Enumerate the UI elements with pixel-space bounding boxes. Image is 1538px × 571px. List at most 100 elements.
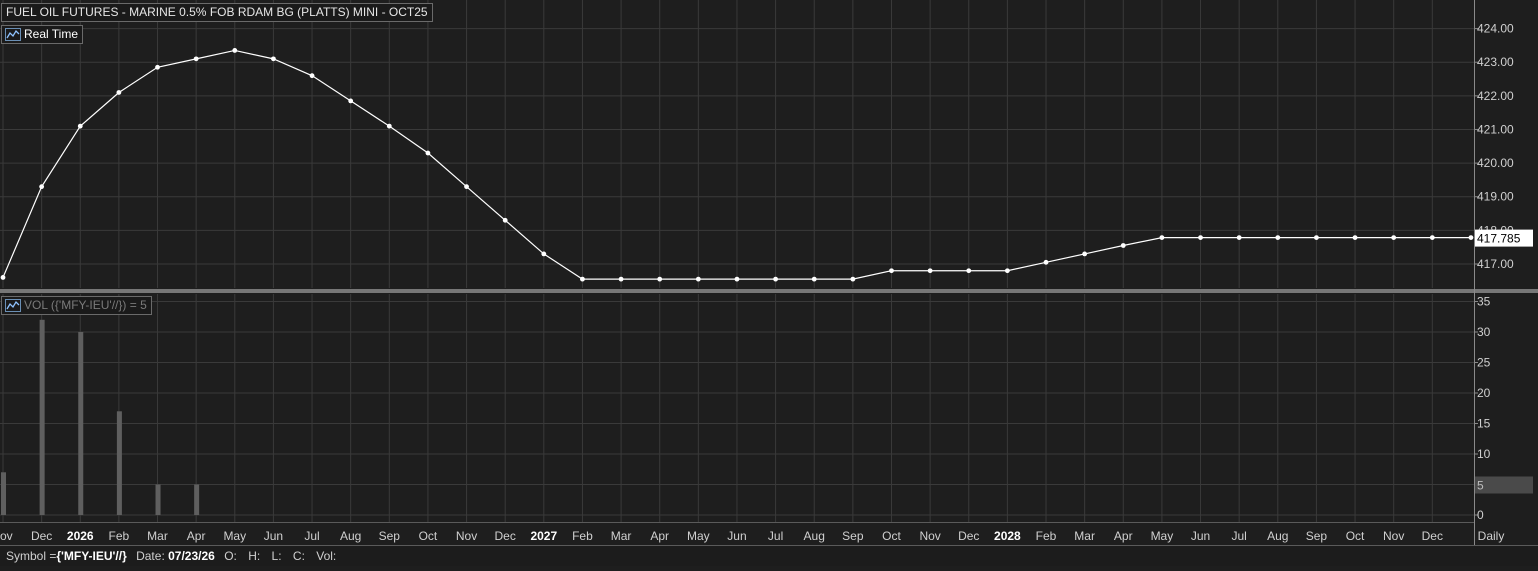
price-point bbox=[927, 268, 933, 274]
x-tick-label: Jun bbox=[1191, 529, 1210, 543]
price-point bbox=[271, 56, 276, 62]
last-value-label: 417.785 bbox=[1477, 232, 1521, 246]
price-point bbox=[77, 123, 83, 129]
legend-volume-label: VOL ({'MFY-IEU'//}) = 5 bbox=[24, 298, 147, 312]
y-tick-label: 424.00 bbox=[1477, 22, 1514, 36]
y-tick-label: 20 bbox=[1477, 386, 1491, 400]
price-point bbox=[39, 184, 45, 190]
x-tick-label: Apr bbox=[650, 529, 669, 543]
price-point bbox=[464, 184, 469, 190]
x-tick-label: Apr bbox=[187, 529, 206, 543]
period-label: Daily bbox=[1478, 529, 1505, 543]
price-point bbox=[580, 276, 585, 282]
x-tick-label: Aug bbox=[804, 529, 825, 543]
price-point bbox=[850, 276, 856, 282]
legend-real-time-label: Real Time bbox=[24, 27, 79, 41]
status-bar: Symbol ={'MFY-IEU'//} Date: 07/23/26 O: … bbox=[0, 545, 1538, 566]
symbol-label: Symbol = bbox=[6, 549, 57, 563]
vol-label: Vol: bbox=[316, 549, 337, 563]
price-point bbox=[889, 268, 894, 274]
y-tick-label: 419.00 bbox=[1477, 190, 1514, 204]
price-point bbox=[1082, 251, 1088, 257]
y-tick-label: 417.00 bbox=[1477, 257, 1514, 271]
x-axis: ov Dec 2026 Feb Mar Apr May Jun Jul Aug Sep Oct Nov D… bbox=[0, 529, 1504, 543]
x-tick-label: Feb bbox=[572, 529, 593, 543]
x-tick-label: Dec bbox=[31, 529, 52, 543]
x-tick-label: Jun bbox=[264, 529, 283, 543]
x-tick-label: Feb bbox=[109, 529, 130, 543]
open-label: O: bbox=[224, 549, 237, 563]
price-point bbox=[618, 276, 624, 282]
x-tick-label: Mar bbox=[147, 529, 168, 543]
x-tick-label: Aug bbox=[340, 529, 361, 543]
y-tick-label: 422.00 bbox=[1477, 89, 1514, 103]
y-tick-label: 30 bbox=[1477, 325, 1491, 339]
x-tick-label: Jul bbox=[1231, 529, 1246, 543]
x-tick-label: Dec bbox=[1422, 529, 1443, 543]
date-label: Date: bbox=[136, 549, 165, 563]
price-point bbox=[116, 90, 122, 95]
x-tick-label: Nov bbox=[1383, 529, 1404, 543]
volume-value-box bbox=[1475, 476, 1533, 494]
x-tick-label: May bbox=[223, 529, 246, 543]
pane-separator bbox=[0, 289, 1538, 293]
x-tick-label: Oct bbox=[419, 529, 438, 543]
legend-volume[interactable]: VOL ({'MFY-IEU'//}) = 5 bbox=[1, 296, 152, 315]
y-tick-label: 423.00 bbox=[1477, 55, 1514, 69]
x-tick-label: May bbox=[687, 529, 710, 543]
x-tick-label: ov bbox=[0, 529, 13, 543]
y-tick-label: 35 bbox=[1477, 295, 1491, 309]
x-tick-label: Oct bbox=[882, 529, 901, 543]
volume-series bbox=[1, 319, 200, 515]
high-label: H: bbox=[248, 549, 261, 563]
symbol-value: {'MFY-IEU'//} bbox=[56, 549, 127, 563]
chart-frame bbox=[0, 0, 1538, 545]
x-tick-label: Mar bbox=[1074, 529, 1095, 543]
price-point bbox=[541, 251, 547, 257]
price-point bbox=[155, 64, 160, 70]
x-tick-label: Jun bbox=[727, 529, 746, 543]
price-point bbox=[1159, 235, 1165, 241]
price-point bbox=[425, 150, 431, 156]
price-point bbox=[1391, 235, 1397, 241]
volume-bar bbox=[78, 332, 84, 515]
price-point bbox=[773, 276, 778, 282]
price-point bbox=[1468, 235, 1474, 241]
y-tick-label: 25 bbox=[1477, 356, 1491, 370]
line-chart-icon bbox=[5, 28, 21, 41]
price-point bbox=[1198, 235, 1203, 241]
price-point bbox=[1236, 235, 1242, 241]
x-tick-label: Nov bbox=[919, 529, 940, 543]
y-tick-label: 420.00 bbox=[1477, 156, 1514, 170]
price-point bbox=[348, 98, 354, 104]
x-tick-label: Jul bbox=[768, 529, 783, 543]
x-tick-label: Sep bbox=[1306, 529, 1328, 543]
x-tick-label: Feb bbox=[1036, 529, 1057, 543]
x-tick-label: Nov bbox=[456, 529, 477, 543]
price-point bbox=[1314, 235, 1319, 241]
legend-real-time[interactable]: Real Time bbox=[1, 25, 84, 44]
grid-lines bbox=[0, 0, 1474, 522]
volume-bar bbox=[194, 484, 200, 515]
x-tick-label: Apr bbox=[1114, 529, 1133, 543]
date-value: 07/23/26 bbox=[168, 549, 215, 563]
price-point bbox=[232, 48, 238, 53]
x-tick-label: Dec bbox=[495, 529, 516, 543]
volume-bar bbox=[1, 472, 6, 515]
y-tick-label: 15 bbox=[1477, 417, 1491, 431]
line-chart-icon bbox=[5, 299, 21, 312]
volume-bar bbox=[155, 484, 161, 515]
x-tick-label: Mar bbox=[611, 529, 632, 543]
price-point bbox=[309, 73, 315, 79]
y-tick-label: 10 bbox=[1477, 447, 1491, 461]
price-point bbox=[193, 56, 199, 62]
price-point bbox=[502, 217, 508, 223]
price-point bbox=[695, 276, 701, 282]
price-point bbox=[386, 123, 392, 129]
y-tick-label: 0 bbox=[1477, 508, 1484, 522]
x-tick-label: 2028 bbox=[994, 529, 1021, 543]
price-point bbox=[657, 276, 663, 282]
price-point bbox=[1004, 268, 1010, 274]
y-tick-label: 421.00 bbox=[1477, 122, 1514, 136]
x-tick-label: Jul bbox=[304, 529, 319, 543]
